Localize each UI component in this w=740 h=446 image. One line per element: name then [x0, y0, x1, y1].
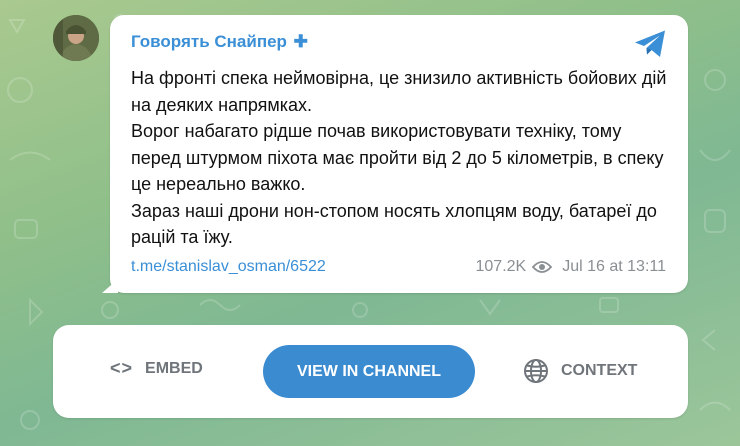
embed-button[interactable]: <> EMBED — [110, 358, 203, 379]
embed-label: EMBED — [145, 359, 203, 377]
post-date: Jul 16 at 13:11 — [562, 258, 666, 275]
channel-name-text: Говорять Снайпер — [131, 32, 287, 51]
avatar-image — [53, 15, 99, 61]
channel-avatar[interactable] — [53, 15, 99, 61]
message-line: Зараз наші дрони нон-стопом носять хлопц… — [131, 200, 657, 248]
context-button[interactable]: CONTEXT — [523, 358, 637, 384]
message-line: Ворог набагато рідше почав використовува… — [131, 121, 664, 194]
channel-name[interactable]: Говорять Снайпер ✚ — [131, 32, 308, 52]
post-link[interactable]: t.me/stanislav_osman/6522 — [131, 258, 326, 276]
view-count: 107.2K — [475, 258, 527, 275]
telegram-icon[interactable] — [634, 29, 668, 59]
view-in-channel-button[interactable]: VIEW IN CHANNEL — [263, 345, 475, 398]
message-card: Говорять Снайпер ✚ На фронті спека неймо… — [110, 15, 688, 293]
message-line: На фронті спека неймовірна, це знизило а… — [131, 68, 667, 115]
code-icon: <> — [110, 358, 134, 378]
globe-icon — [524, 359, 548, 383]
actions-card: <> EMBED VIEW IN CHANNEL CONTEXT — [53, 325, 688, 418]
message-text: На фронті спека неймовірна, це знизило а… — [131, 65, 671, 251]
post-meta: 107.2K Jul 16 at 13:11 — [476, 258, 667, 276]
plus-badge-icon: ✚ — [293, 32, 308, 51]
context-label: CONTEXT — [561, 362, 638, 379]
eye-icon — [532, 261, 553, 273]
